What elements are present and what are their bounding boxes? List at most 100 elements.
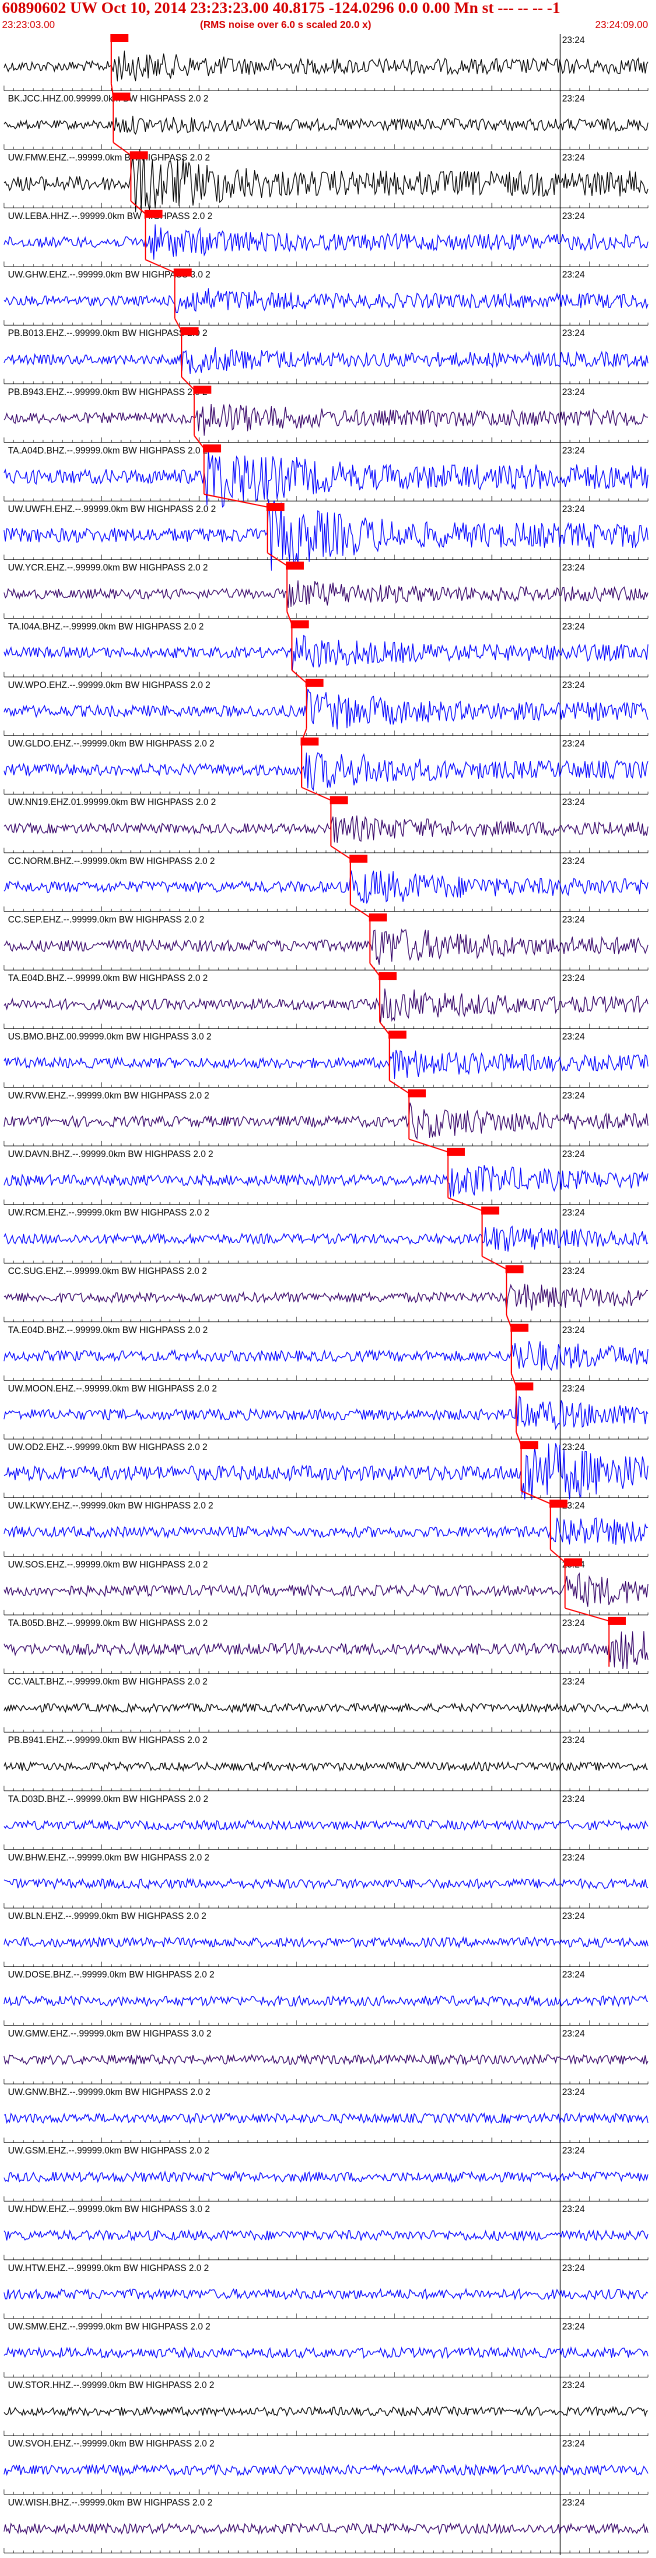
trace-label: PB.B943.EHZ.--.99999.0km BW HIGHPASS 2.0… xyxy=(8,387,207,397)
trace-label: UW.FMW.EHZ.--.99999.0km BW HIGHPASS 2.0 … xyxy=(8,152,210,162)
minute-marker-label: 23:24 xyxy=(562,504,585,514)
trace-label: UW.MOON.EHZ.--.99999.0km BW HIGHPASS 2.0… xyxy=(8,1383,217,1393)
minute-marker-label: 23:24 xyxy=(562,2380,585,2390)
waveform xyxy=(3,1818,649,1831)
trace-28: 23:24 CC.VALT.BHZ.--.99999.0km BW HIGHPAS… xyxy=(3,1675,649,1735)
trace-14: 23:24 CC.NORM.BHZ.--.99999.0km BW HIGHPAS… xyxy=(3,845,649,914)
trace-label: UW.HDW.EHZ.--.99999.0km BW HIGHPASS 3.0 … xyxy=(8,2204,210,2214)
trace-15: 23:24 CC.SEP.EHZ.--.99999.0km BW HIGHPASS… xyxy=(3,904,649,973)
trace-label: UW.RCM.EHZ.--.99999.0km BW HIGHPASS 2.0 … xyxy=(8,1208,209,1218)
trace-6: 23:24 PB.B943.EHZ.--.99999.0km BW HIGHPAS… xyxy=(3,376,649,445)
trace-label: PB.B941.EHZ.--.99999.0km BW HIGHPASS 2.0… xyxy=(8,1735,207,1745)
minute-marker-label: 23:24 xyxy=(562,1852,585,1862)
pick-marker xyxy=(144,209,163,218)
waveform xyxy=(3,288,649,313)
pick-marker xyxy=(481,1206,500,1215)
trace-label: UW.LEBA.HHZ.--.99999.0km BW HIGHPASS 2.0… xyxy=(8,211,212,221)
minute-marker-label: 23:24 xyxy=(562,2146,585,2156)
trace-label: US.BMO.BHZ.00.99999.0km BW HIGHPASS 3.0 … xyxy=(8,1032,211,1042)
trace-41: 23:24 UW.SVOH.EHZ.--.99999.0km BW HIGHPAS… xyxy=(3,2437,649,2497)
trace-label: BK.JCC.HHZ.00.99999.0km BW HIGHPASS 2.0 … xyxy=(8,94,208,104)
trace-label: UW.SMW.EHZ.--.99999.0km BW HIGHPASS 2.0 … xyxy=(8,2321,210,2331)
waveform xyxy=(3,2346,649,2359)
trace-9: 23:24 UW.YCR.EHZ.--.99999.0km BW HIGHPASS… xyxy=(3,552,649,621)
minute-marker-label: 23:24 xyxy=(562,445,585,455)
trace-13: 23:24 UW.NN19.EHZ.01.99999.0km BW HIGHPAS… xyxy=(3,786,649,855)
waveform xyxy=(3,1936,649,1949)
pick-marker xyxy=(266,503,285,512)
minute-marker-label: 23:24 xyxy=(562,1442,585,1452)
trace-25: 23:24UW.LKWY.EHZ.--.99999.0km BW HIGHPAS… xyxy=(3,1490,649,1559)
waveform xyxy=(3,580,649,608)
pick-marker xyxy=(446,1147,465,1156)
minute-marker-label: 23:24 xyxy=(562,973,585,983)
pick-marker xyxy=(290,620,309,629)
minute-marker-label: 23:24 xyxy=(562,1735,585,1745)
trace-22: 23:24 TA.E04D.BHZ.--.99999.0km BW HIGHPAS… xyxy=(3,1314,649,1383)
trace-8: 23:24 UW.UWFH.EHZ.--.99999.0km BW HIGHPAS… xyxy=(3,493,649,571)
pick-marker xyxy=(349,854,368,863)
trace-label: UW.BLN.EHZ.--.99999.0km BW HIGHPASS 2.0 … xyxy=(8,1911,206,1921)
trace-18: 23:24 UW.RVW.EHZ.--.99999.0km BW HIGHPASS… xyxy=(3,1080,649,1148)
minute-marker-label: 23:24 xyxy=(562,1383,585,1393)
trace-3: 23:24 UW.LEBA.HHZ.--.99999.0km BW HIGHPAS… xyxy=(3,200,649,269)
pick-marker xyxy=(564,1558,583,1567)
minute-marker-label: 23:24 xyxy=(562,914,585,924)
moveout-line xyxy=(481,1255,507,1270)
trace-label: UW.RVW.EHZ.--.99999.0km BW HIGHPASS 2.0 … xyxy=(8,1090,209,1100)
pick-marker xyxy=(510,1323,529,1332)
trace-label: TA.E04D.BHZ.--.99999.0km BW HIGHPASS 2.0… xyxy=(8,973,208,983)
trace-40: 23:24 UW.STOR.HHZ.--.99999.0km BW HIGHPAS… xyxy=(3,2379,649,2438)
moveout-line xyxy=(350,904,371,918)
trace-19: 23:24 UW.DAVN.BHZ.--.99999.0km BW HIGHPAS… xyxy=(3,1138,649,1207)
waveform xyxy=(3,2405,649,2418)
trace-29: 23:24 PB.B941.EHZ.--.99999.0km BW HIGHPAS… xyxy=(3,1734,649,1793)
trace-36: 23:24 UW.GSM.EHZ.--.99999.0km BW HIGHPASS… xyxy=(3,2144,649,2204)
pick-marker xyxy=(378,972,397,981)
waveform xyxy=(3,2170,649,2184)
minute-marker-label: 23:24 xyxy=(562,152,585,162)
trace-37: 23:24 UW.HDW.EHZ.--.99999.0km BW HIGHPASS… xyxy=(3,2203,649,2262)
waveform xyxy=(3,50,649,82)
minute-marker-label: 23:24 xyxy=(562,1266,585,1276)
trace-34: 23:24 UW.GMW.EHZ.--.99999.0km BW HIGHPASS… xyxy=(3,2027,649,2086)
trace-26: 23:24UW.SOS.EHZ.--.99999.0km BW HIGHPASS… xyxy=(3,1549,649,1617)
trace-label: UW.GNW.BHZ.--.99999.0km BW HIGHPASS 2.0 … xyxy=(8,2087,210,2097)
waveform xyxy=(3,1395,649,1431)
trace-label: UW.LKWY.EHZ.--.99999.0km BW HIGHPASS 2.0… xyxy=(8,1501,213,1511)
trace-21: 23:24 CC.SUG.EHZ.--.99999.0km BW HIGHPASS… xyxy=(3,1255,649,1324)
pick-marker xyxy=(193,385,212,394)
moveout-line xyxy=(408,1138,449,1153)
pick-marker xyxy=(368,913,387,922)
moveout-line xyxy=(286,611,293,625)
seismogram-plot: 23:24 23:24 BK.JCC.HHZ.00.99999.0km BW HIG… xyxy=(3,34,649,2555)
moveout-line xyxy=(379,1021,390,1036)
waveform xyxy=(3,1102,649,1140)
trace-42: 23:24 UW.WISH.BHZ.--.99999.0km BW HIGHPAS… xyxy=(3,2496,649,2555)
pick-marker xyxy=(112,92,131,101)
trace-label: TA.D03D.BHZ.--.99999.0km BW HIGHPASS 2.0… xyxy=(8,1794,208,1804)
waveform xyxy=(3,1165,649,1198)
trace-label: UW.GMW.EHZ.--.99999.0km BW HIGHPASS 3.0 … xyxy=(8,2028,211,2038)
pick-marker xyxy=(607,1616,626,1625)
waveform xyxy=(3,1049,649,1080)
trace-0: 23:24 xyxy=(3,34,649,93)
waveform xyxy=(3,988,649,1023)
minute-marker-label: 23:24 xyxy=(562,328,585,338)
moveout-line xyxy=(369,962,381,977)
minute-marker-label: 23:24 xyxy=(562,2263,585,2273)
trace-30: 23:24 TA.D03D.BHZ.--.99999.0km BW HIGHPAS… xyxy=(3,1792,649,1852)
trace-10: 23:24 TA.I04A.BHZ.--.99999.0km BW HIGHPAS… xyxy=(3,611,649,679)
trace-11: 23:24 UW.WPO.EHZ.--.99999.0km BW HIGHPASS… xyxy=(3,669,649,738)
moveout-line xyxy=(301,786,332,801)
waveform xyxy=(3,1877,649,1890)
waveform xyxy=(3,450,649,508)
minute-marker-label: 23:24 xyxy=(562,1677,585,1687)
minute-marker-label: 23:24 xyxy=(562,2321,585,2331)
trace-label: UW.STOR.HHZ.--.99999.0km BW HIGHPASS 2.0… xyxy=(8,2380,214,2390)
minute-marker-label: 23:24 xyxy=(562,563,585,573)
waveform xyxy=(3,347,649,375)
minute-marker-label: 23:24 xyxy=(562,1325,585,1335)
trace-label: UW.BHW.EHZ.--.99999.0km BW HIGHPASS 2.0 … xyxy=(8,1852,209,1862)
trace-label: CC.NORM.BHZ.--.99999.0km BW HIGHPASS 2.0… xyxy=(8,856,215,866)
